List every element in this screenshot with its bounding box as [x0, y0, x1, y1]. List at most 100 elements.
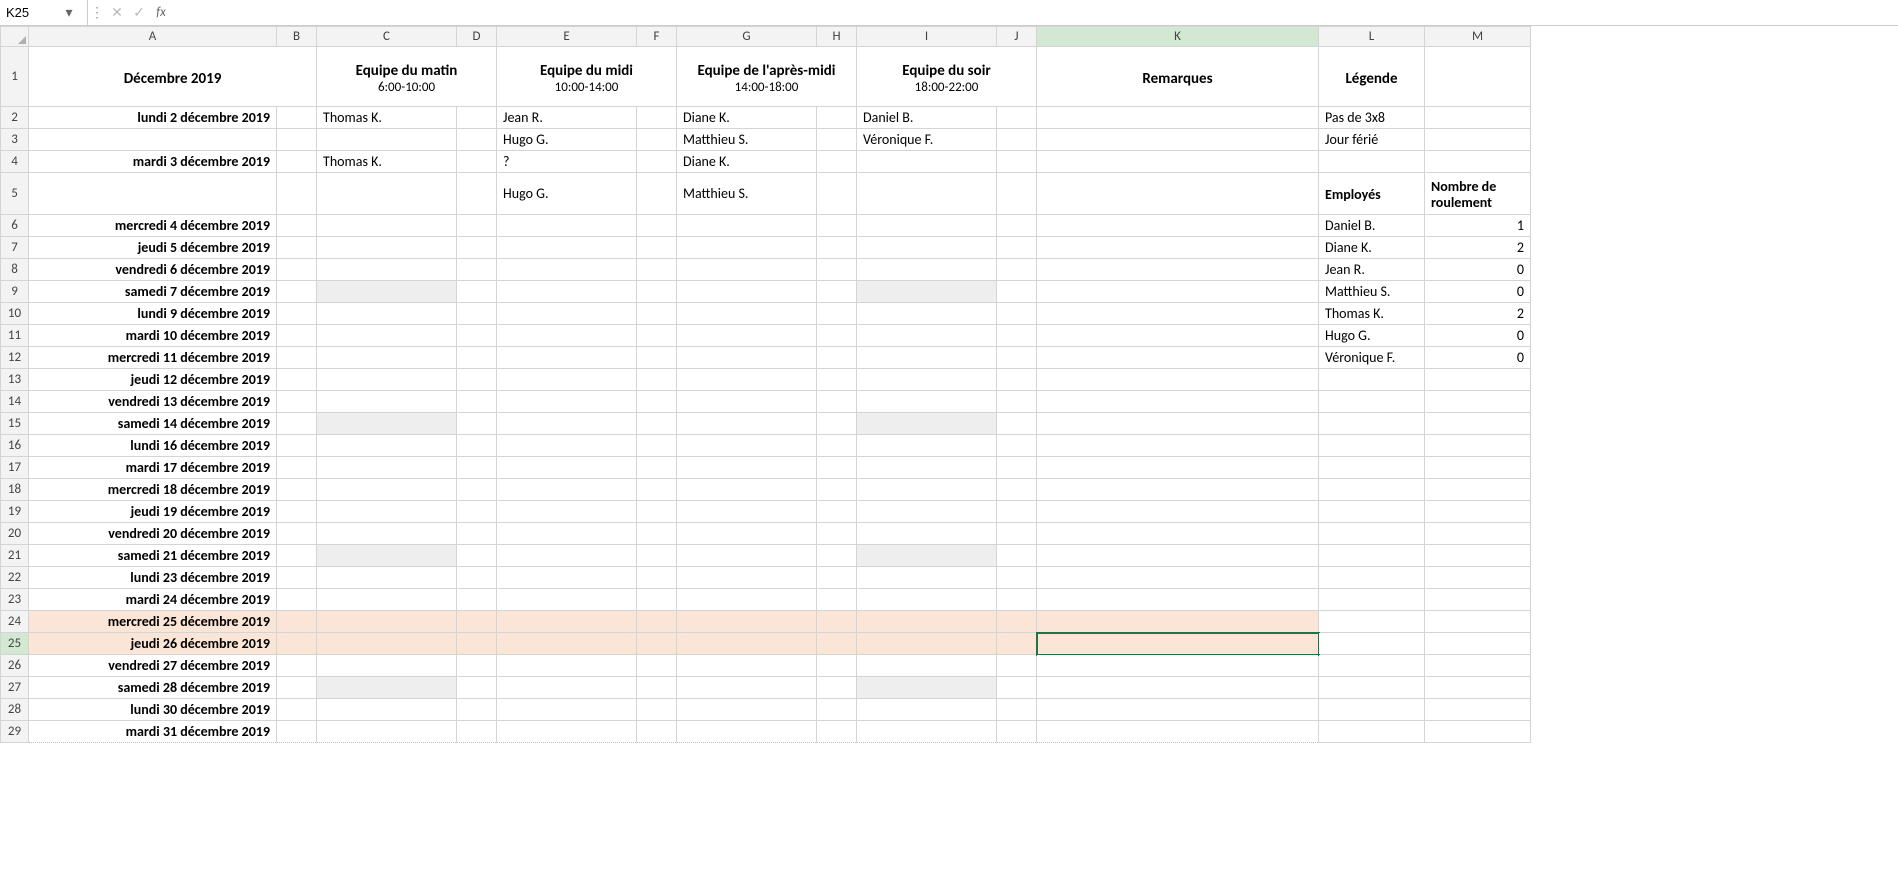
cell-B17[interactable] — [277, 457, 317, 479]
cell-M14[interactable] — [1425, 391, 1531, 413]
cell-D3[interactable] — [457, 129, 497, 151]
cell-A24[interactable]: mercredi 25 décembre 2019 — [29, 611, 277, 633]
cell-F16[interactable] — [637, 435, 677, 457]
cell-D7[interactable] — [457, 237, 497, 259]
cell-A18[interactable]: mercredi 18 décembre 2019 — [29, 479, 277, 501]
row-header-19[interactable]: 19 — [1, 501, 29, 523]
column-header-E[interactable]: E — [497, 27, 637, 47]
cell-E24[interactable] — [497, 611, 637, 633]
cell-L28[interactable] — [1319, 699, 1425, 721]
cell-C7[interactable] — [317, 237, 457, 259]
cell-H7[interactable] — [817, 237, 857, 259]
cell-I21[interactable] — [857, 545, 997, 567]
cell-E18[interactable] — [497, 479, 637, 501]
cell-E6[interactable] — [497, 215, 637, 237]
cell-L23[interactable] — [1319, 589, 1425, 611]
cell-J26[interactable] — [997, 655, 1037, 677]
cell-L12[interactable]: Véronique F. — [1319, 347, 1425, 369]
cell-D24[interactable] — [457, 611, 497, 633]
cell-G16[interactable] — [677, 435, 817, 457]
cell-F3[interactable] — [637, 129, 677, 151]
cell-E17[interactable] — [497, 457, 637, 479]
column-header-M[interactable]: M — [1425, 27, 1531, 47]
column-header-C[interactable]: C — [317, 27, 457, 47]
cell-H29[interactable] — [817, 721, 857, 743]
row-header-21[interactable]: 21 — [1, 545, 29, 567]
row-header-28[interactable]: 28 — [1, 699, 29, 721]
cell-K9[interactable] — [1037, 281, 1319, 303]
cell-C8[interactable] — [317, 259, 457, 281]
cell-H4[interactable] — [817, 151, 857, 173]
cell-H22[interactable] — [817, 567, 857, 589]
cell-C26[interactable] — [317, 655, 457, 677]
cell-A25[interactable]: jeudi 26 décembre 2019 — [29, 633, 277, 655]
cell-I5[interactable] — [857, 173, 997, 215]
column-header-J[interactable]: J — [997, 27, 1037, 47]
cell-H12[interactable] — [817, 347, 857, 369]
cell-J11[interactable] — [997, 325, 1037, 347]
fx-icon[interactable]: fx — [150, 5, 172, 20]
cell-J27[interactable] — [997, 677, 1037, 699]
cell-A9[interactable]: samedi 7 décembre 2019 — [29, 281, 277, 303]
name-box[interactable] — [0, 3, 60, 22]
cell-G4[interactable]: Diane K. — [677, 151, 817, 173]
cell-L6[interactable]: Daniel B. — [1319, 215, 1425, 237]
cell-F8[interactable] — [637, 259, 677, 281]
cell-L15[interactable] — [1319, 413, 1425, 435]
column-header-K[interactable]: K — [1037, 27, 1319, 47]
cell-D21[interactable] — [457, 545, 497, 567]
cell-H17[interactable] — [817, 457, 857, 479]
cell-C27[interactable] — [317, 677, 457, 699]
cell-A21[interactable]: samedi 21 décembre 2019 — [29, 545, 277, 567]
row-header-26[interactable]: 26 — [1, 655, 29, 677]
cell-E28[interactable] — [497, 699, 637, 721]
cell-F15[interactable] — [637, 413, 677, 435]
cell-K27[interactable] — [1037, 677, 1319, 699]
formula-input[interactable] — [172, 3, 1898, 22]
cell-B25[interactable] — [277, 633, 317, 655]
cell-A2[interactable]: lundi 2 décembre 2019 — [29, 107, 277, 129]
cell-I25[interactable] — [857, 633, 997, 655]
cell-C28[interactable] — [317, 699, 457, 721]
cell-B5[interactable] — [277, 173, 317, 215]
cell-I27[interactable] — [857, 677, 997, 699]
cell-B16[interactable] — [277, 435, 317, 457]
cell-D10[interactable] — [457, 303, 497, 325]
cell-B20[interactable] — [277, 523, 317, 545]
cell-K10[interactable] — [1037, 303, 1319, 325]
cell-M19[interactable] — [1425, 501, 1531, 523]
cell-E15[interactable] — [497, 413, 637, 435]
cell-I1[interactable]: Equipe du soir18:00-22:00 — [857, 47, 1037, 107]
column-header-F[interactable]: F — [637, 27, 677, 47]
cell-K18[interactable] — [1037, 479, 1319, 501]
cell-J21[interactable] — [997, 545, 1037, 567]
cell-F14[interactable] — [637, 391, 677, 413]
row-header-5[interactable]: 5 — [1, 173, 29, 215]
cell-K6[interactable] — [1037, 215, 1319, 237]
cell-M27[interactable] — [1425, 677, 1531, 699]
cell-H19[interactable] — [817, 501, 857, 523]
cell-G2[interactable]: Diane K. — [677, 107, 817, 129]
cell-M5[interactable]: Nombre de roulement — [1425, 173, 1531, 215]
cell-J18[interactable] — [997, 479, 1037, 501]
cell-C15[interactable] — [317, 413, 457, 435]
cell-G26[interactable] — [677, 655, 817, 677]
cell-A23[interactable]: mardi 24 décembre 2019 — [29, 589, 277, 611]
cell-D5[interactable] — [457, 173, 497, 215]
cell-G21[interactable] — [677, 545, 817, 567]
cell-G23[interactable] — [677, 589, 817, 611]
cell-E13[interactable] — [497, 369, 637, 391]
row-header-10[interactable]: 10 — [1, 303, 29, 325]
row-header-25[interactable]: 25 — [1, 633, 29, 655]
cell-M20[interactable] — [1425, 523, 1531, 545]
cell-M13[interactable] — [1425, 369, 1531, 391]
cell-D8[interactable] — [457, 259, 497, 281]
spreadsheet-grid[interactable]: ABCDEFGHIJKLM1Décembre 2019Equipe du mat… — [0, 26, 1898, 743]
row-header-24[interactable]: 24 — [1, 611, 29, 633]
cell-L14[interactable] — [1319, 391, 1425, 413]
cell-K2[interactable] — [1037, 107, 1319, 129]
cell-J19[interactable] — [997, 501, 1037, 523]
cell-L11[interactable]: Hugo G. — [1319, 325, 1425, 347]
cell-D19[interactable] — [457, 501, 497, 523]
cell-D23[interactable] — [457, 589, 497, 611]
